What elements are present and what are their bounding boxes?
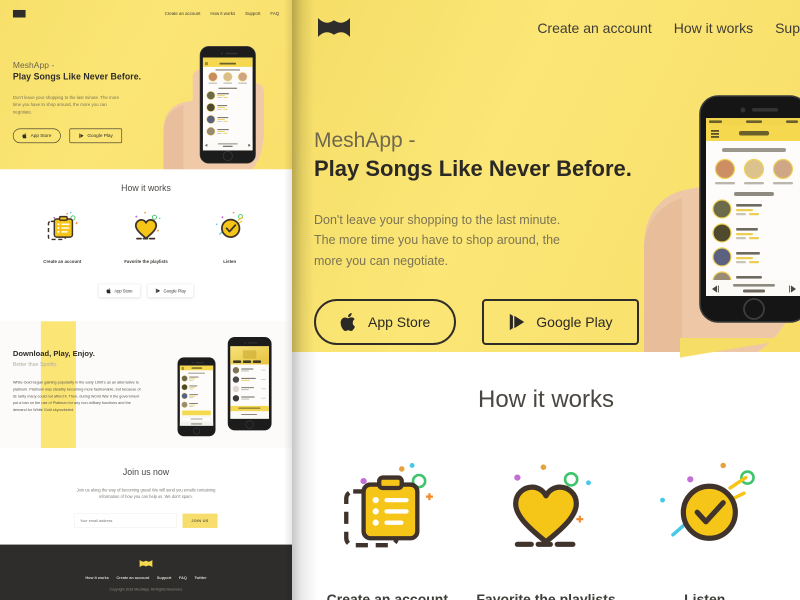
download-phones-illustration: [175, 334, 275, 439]
nav-link-create-account[interactable]: Create an account: [537, 20, 651, 36]
download-body: White Gold began gaining popularity in t…: [12, 380, 141, 412]
download-section: Download, Play, Enjoy. Better than Spoti…: [0, 321, 292, 449]
google-play-label: Google Play: [536, 313, 613, 330]
join-form: JOIN US: [0, 513, 292, 528]
hero-body: Don't leave your shopping to the last mi…: [12, 95, 120, 115]
app-store-label: App Store: [114, 288, 133, 294]
footer-link-support[interactable]: Support: [157, 576, 172, 580]
hero-body: Don't leave your shopping to the last mi…: [314, 210, 614, 271]
zoom-phone-illustration: [638, 92, 800, 352]
google-play-label: Google Play: [87, 133, 113, 139]
app-store-button[interactable]: App Store: [314, 298, 457, 345]
nav-link-faq[interactable]: FAQ: [270, 11, 279, 16]
nav-link-how-it-works[interactable]: How it works: [674, 20, 753, 36]
google-play-button[interactable]: Google Play: [482, 298, 639, 345]
footer-links: How it works Create an account Support F…: [0, 576, 292, 580]
app-store-button-secondary[interactable]: App Store: [98, 284, 141, 298]
step-label: Favorite the playlists: [476, 591, 616, 600]
download-title: Download, Play, Enjoy.: [12, 349, 95, 358]
top-navigation: Create an account How it works Support F…: [0, 9, 292, 18]
app-store-button[interactable]: App Store: [12, 128, 61, 144]
app-store-label: App Store: [30, 133, 52, 139]
footer-link-create-account[interactable]: Create an account: [116, 576, 149, 580]
step-label: Create an account: [326, 591, 449, 600]
apple-icon: [22, 133, 27, 139]
how-it-works-title: How it works: [121, 183, 171, 194]
step-listen: Listen: [196, 211, 263, 264]
hero-body-line-3: more you can negotiate.: [314, 253, 449, 268]
step-create-account: Create an account: [308, 462, 467, 600]
nav-link-support[interactable]: Sup: [775, 20, 800, 36]
how-it-works-title: How it works: [477, 386, 615, 413]
check-circle-icon: [215, 211, 243, 238]
clipboard-list-icon: [47, 211, 78, 241]
step-favorite-playlists: Favorite the playlists: [112, 211, 179, 264]
hero-body-line-1: Don't leave your shopping to the last mi…: [314, 213, 561, 227]
play-triangle-icon: [510, 313, 525, 330]
mesh-bowtie-logo-icon[interactable]: [318, 18, 350, 37]
hero-store-buttons: App Store Google Play: [12, 128, 147, 144]
copyright-text: Copyright 2016 MeshApp. All Rights Reser…: [109, 587, 183, 592]
zoom-how-it-works-section: How it works Create an account Favorite …: [292, 352, 800, 600]
google-play-button-secondary[interactable]: Google Play: [147, 284, 194, 298]
step-label: Listen: [223, 259, 237, 264]
zoom-nav-links: Create an account How it works Sup: [537, 20, 800, 36]
hero-section: Create an account How it works Support F…: [0, 0, 292, 170]
zoom-how-it-works-steps: Create an account Favorite the playlists: [292, 462, 800, 600]
mesh-bowtie-logo-icon[interactable]: [12, 9, 26, 18]
zoomed-detail-panel: Create an account How it works Sup MeshA…: [292, 0, 800, 600]
heart-icon: [134, 211, 161, 240]
join-body: Join us along the way of becoming great!…: [76, 487, 216, 500]
mesh-bowtie-logo-icon[interactable]: [139, 559, 153, 568]
step-create-account: Create an account: [29, 211, 96, 264]
footer: How it works Create an account Support F…: [0, 544, 292, 600]
hero-phone-illustration: [155, 42, 281, 170]
step-listen: Listen: [625, 462, 784, 600]
app-store-label: App Store: [368, 313, 431, 330]
play-triangle-icon: [79, 133, 84, 139]
zoom-top-navigation: Create an account How it works Sup: [292, 18, 800, 37]
full-page-preview-panel: Create an account How it works Support F…: [0, 0, 292, 600]
clipboard-list-icon: [344, 463, 434, 548]
heart-icon: [513, 464, 591, 547]
hero-copy: MeshApp - Play Songs Like Never Before. …: [12, 60, 147, 144]
check-circle-icon: [659, 462, 755, 541]
join-title: Join us now: [122, 467, 170, 478]
apple-icon: [340, 312, 355, 331]
footer-link-how-it-works[interactable]: How it works: [85, 576, 108, 580]
step-label: Listen: [684, 591, 726, 600]
footer-link-twitter[interactable]: Twitter: [194, 576, 206, 580]
download-subtitle: Better than Spotify.: [12, 361, 58, 368]
nav-link-how-it-works[interactable]: How it works: [210, 11, 235, 16]
zoom-hero-section: Create an account How it works Sup MeshA…: [292, 0, 800, 352]
nav-links: Create an account How it works Support F…: [165, 11, 280, 16]
join-section: Join us now Join us along the way of bec…: [0, 448, 292, 545]
nav-link-support[interactable]: Support: [245, 11, 260, 16]
email-input[interactable]: [74, 513, 177, 528]
how-it-works-store-buttons: App Store Google Play: [0, 284, 292, 298]
apple-icon: [106, 288, 111, 294]
download-copy: Download, Play, Enjoy. Better than Spoti…: [13, 349, 147, 413]
google-play-button[interactable]: Google Play: [69, 128, 123, 144]
step-favorite-playlists: Favorite the playlists: [467, 462, 626, 600]
play-triangle-icon: [155, 288, 161, 294]
step-label: Favorite the playlists: [124, 259, 168, 264]
hero-body-line-2: The more time you have to shop around, t…: [314, 233, 560, 248]
nav-link-create-account[interactable]: Create an account: [165, 11, 201, 16]
how-it-works-steps: Create an account Favorite the playlists…: [0, 211, 292, 264]
hero-pretitle: MeshApp -: [12, 60, 55, 71]
screenshot-stage: Create an account How it works Support F…: [0, 0, 800, 600]
join-us-button[interactable]: JOIN US: [182, 513, 218, 528]
hero-title: Play Songs Like Never Before.: [12, 72, 142, 82]
step-label: Create an account: [43, 259, 82, 264]
google-play-label: Google Play: [163, 288, 186, 294]
footer-link-faq[interactable]: FAQ: [179, 576, 187, 580]
how-it-works-section: How it works Create an account Favorite …: [0, 169, 292, 322]
